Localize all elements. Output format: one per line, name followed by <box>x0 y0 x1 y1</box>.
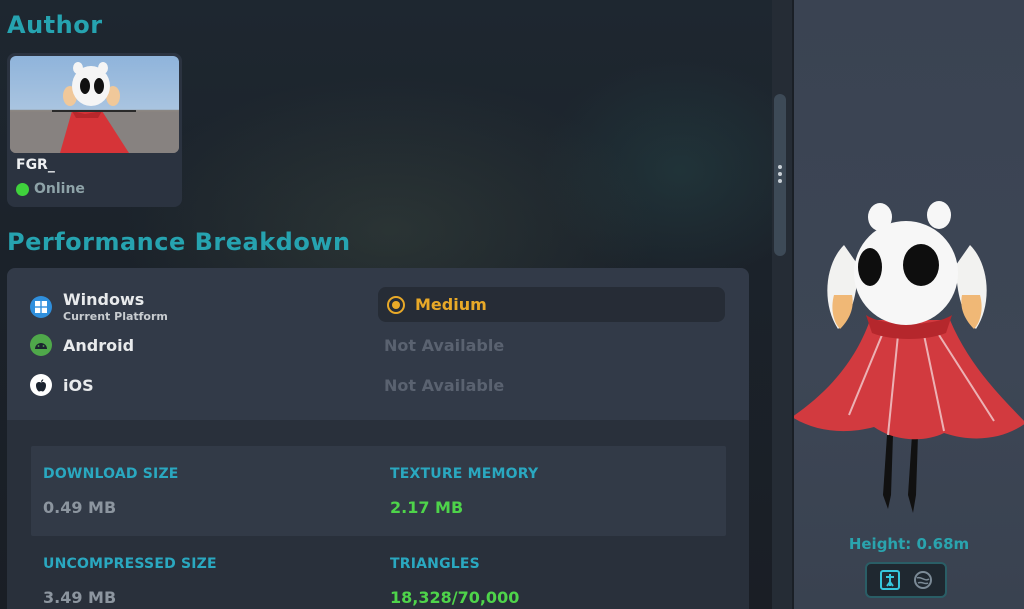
uncompressed-size-value: 3.49 MB <box>43 588 117 607</box>
android-icon <box>30 334 52 356</box>
texture-memory-value: 2.17 MB <box>390 498 464 517</box>
texture-memory-label: TEXTURE MEMORY <box>390 466 539 482</box>
rig-view-button[interactable] <box>878 568 902 592</box>
android-rating-text: Not Available <box>384 336 505 355</box>
author-status: Online <box>16 181 85 197</box>
author-avatar-thumbnail <box>10 56 179 153</box>
platform-name-windows: Windows <box>63 290 145 309</box>
windows-icon <box>30 295 52 318</box>
author-name: FGR_ <box>16 157 55 173</box>
current-platform-label: Current Platform <box>63 310 168 323</box>
rating-text: Medium <box>415 295 487 314</box>
platform-panel: Windows Current Platform Medium Android … <box>7 268 749 420</box>
download-size-label: DOWNLOAD SIZE <box>43 466 179 482</box>
author-status-text: Online <box>34 181 85 197</box>
preview-view-toggle[interactable] <box>865 562 947 598</box>
platform-row-ios[interactable]: iOS <box>30 374 94 396</box>
triangles-value: 18,328/70,000 <box>390 588 520 607</box>
platform-name-android: Android <box>63 335 135 355</box>
avatar-3d-preview[interactable] <box>792 195 1024 525</box>
triangles-label: TRIANGLES <box>390 556 480 572</box>
panel-resize-handle-icon[interactable] <box>778 165 782 186</box>
rating-medium-icon <box>387 295 405 314</box>
scrollbar-track[interactable] <box>772 0 792 609</box>
windows-performance-rating[interactable]: Medium <box>378 287 725 322</box>
apple-icon <box>30 374 52 396</box>
rig-icon <box>879 570 900 590</box>
performance-section-title: Performance Breakdown <box>7 228 351 256</box>
platform-row-windows[interactable]: Windows Current Platform <box>30 290 168 323</box>
author-section-title: Author <box>7 11 103 39</box>
download-size-value: 0.49 MB <box>43 498 117 517</box>
platform-name-ios: iOS <box>63 375 94 395</box>
avatar-height-label: Height: 0.68m <box>848 535 970 553</box>
sphere-icon <box>913 571 932 589</box>
ios-rating-text: Not Available <box>384 376 505 395</box>
platform-row-android[interactable]: Android <box>30 334 134 356</box>
author-card[interactable]: FGR_ Online <box>7 53 182 207</box>
stats-panel: DOWNLOAD SIZE 0.49 MB TEXTURE MEMORY 2.1… <box>7 420 749 609</box>
sphere-view-button[interactable] <box>911 568 935 592</box>
uncompressed-size-label: UNCOMPRESSED SIZE <box>43 556 217 572</box>
avatar-preview-panel[interactable]: Height: 0.68m <box>792 0 1024 609</box>
stats-highlight-row <box>31 446 726 536</box>
online-status-icon <box>16 182 29 196</box>
